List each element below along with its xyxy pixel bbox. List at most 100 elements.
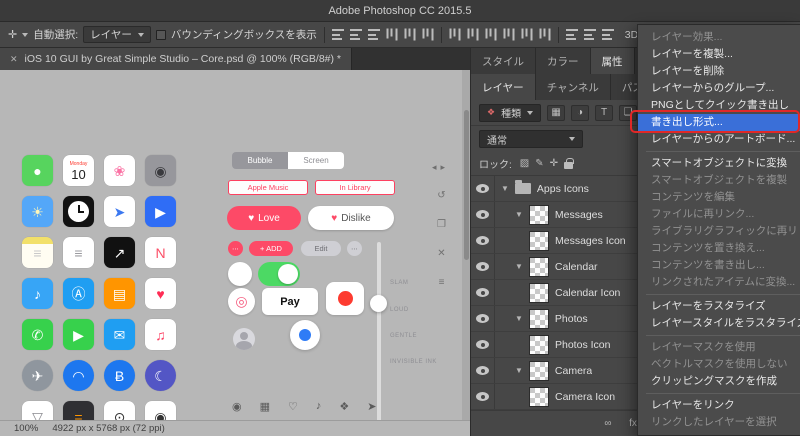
distribute-right-edges-icon[interactable] [539, 29, 550, 41]
segment-screen[interactable]: Screen [288, 152, 344, 169]
align-top-edges-icon[interactable] [332, 29, 344, 40]
distribute-vertical-centers-icon[interactable] [467, 29, 478, 41]
health-app-icon[interactable]: ♥ [145, 278, 176, 309]
distribute-vertical-space-icon[interactable] [566, 29, 578, 40]
do-not-disturb-icon[interactable]: ☾ [145, 360, 176, 391]
record-button[interactable] [326, 282, 364, 315]
panels-icon[interactable]: ❐ [437, 219, 446, 230]
auto-align-icon[interactable] [602, 29, 614, 40]
bubble-screen-segmented-control[interactable]: Bubble Screen [232, 152, 344, 169]
distribute-horizontal-space-icon[interactable] [584, 29, 596, 40]
mail-app-icon[interactable]: ✉ [104, 319, 135, 350]
photos-app-icon[interactable]: ❀ [104, 155, 135, 186]
menu-item-link-layers[interactable]: レイヤーをリンク [638, 397, 800, 414]
in-library-button[interactable]: In Library [315, 180, 395, 195]
disclosure-arrow-icon[interactable]: ▼ [501, 184, 509, 193]
lock-all-icon[interactable] [564, 162, 573, 169]
filter-adjustment-layers-icon[interactable]: ◑ [571, 105, 589, 121]
document-tab[interactable]: ✕ iOS 10 GUI by Great Simple Studio – Co… [0, 48, 352, 70]
apple-music-button[interactable]: Apple Music [228, 180, 308, 195]
zoom-level[interactable]: 100% [14, 423, 38, 434]
visibility-toggle[interactable] [471, 254, 495, 279]
auto-select-dropdown[interactable]: レイヤー [83, 26, 151, 43]
close-tab-icon[interactable]: ✕ [10, 54, 18, 65]
menu-item-artboard-from-layers[interactable]: レイヤーからのアートボード... [638, 131, 800, 148]
bounding-box-checkbox[interactable] [156, 30, 166, 40]
disclosure-arrow-icon[interactable]: ▼ [515, 262, 523, 271]
tab-channels[interactable]: チャンネル [536, 74, 611, 100]
camera-small-icon[interactable]: ◉ [232, 400, 242, 413]
stocks-app-icon[interactable]: ↗ [104, 237, 135, 268]
tab-layers[interactable]: レイヤー [471, 74, 536, 100]
notes-app-icon[interactable]: ≡ [22, 237, 53, 268]
filter-type-layers-icon[interactable]: T [595, 105, 613, 121]
visibility-toggle[interactable] [471, 280, 495, 305]
menu-item-group-from-layers[interactable]: レイヤーからのグループ... [638, 80, 800, 97]
effect-slider-track[interactable] [377, 242, 381, 420]
menu-lines-icon[interactable]: ≡ [439, 277, 445, 288]
weather-app-icon[interactable]: ☀ [22, 196, 53, 227]
love-button[interactable]: ♥ Love [227, 206, 301, 230]
visibility-toggle[interactable] [471, 202, 495, 227]
more-dots-button[interactable]: ⋯ [228, 241, 243, 256]
music-app-icon[interactable]: ♫ [145, 319, 176, 350]
effect-slider-knob[interactable] [370, 295, 387, 312]
app-store-app-icon[interactable]: Ⓐ [63, 278, 94, 309]
lock-transparency-icon[interactable]: ▨ [520, 158, 529, 169]
stopwatch-icon[interactable]: ⊙ [104, 401, 135, 420]
lock-position-icon[interactable]: ✛ [550, 158, 558, 169]
flashlight-icon[interactable]: ▽ [22, 401, 53, 420]
filter-kind-select[interactable]: ❖ 種類 [479, 104, 541, 122]
link-layers-icon[interactable]: ∞ [601, 418, 615, 429]
calculator-icon[interactable]: = [63, 401, 94, 420]
ibooks-app-icon[interactable]: ▤ [104, 278, 135, 309]
close-tool-icon[interactable]: ✕ [437, 248, 445, 259]
airplane-mode-icon[interactable]: ✈ [22, 360, 53, 391]
photos-small-icon[interactable]: ▦ [260, 400, 270, 413]
heart-small-icon[interactable]: ♡ [288, 400, 298, 413]
menu-item-delete-layer[interactable]: レイヤーを削除 [638, 63, 800, 80]
ios-toggle-switch[interactable] [258, 262, 300, 286]
disclosure-arrow-icon[interactable]: ▼ [515, 210, 523, 219]
news-app-icon[interactable]: N [145, 237, 176, 268]
add-button[interactable]: + ADD [249, 241, 293, 256]
menu-item-convert-to-smart-object[interactable]: スマートオブジェクトに変換 [638, 155, 800, 172]
visibility-toggle[interactable] [471, 384, 495, 409]
white-circle-control[interactable] [228, 262, 252, 286]
messages-app-icon[interactable]: ● [22, 155, 53, 186]
camera-alt-icon[interactable]: ◉ [145, 401, 176, 420]
apps-small-icon[interactable]: ❖ [339, 400, 349, 413]
music-small-icon[interactable]: ♪ [316, 400, 322, 413]
canvas-scrollbar-thumb[interactable] [464, 110, 469, 260]
tool-preset-caret-icon[interactable] [22, 33, 28, 37]
reminders-app-icon[interactable]: ≡ [63, 237, 94, 268]
blend-mode-select[interactable]: 通常 [479, 130, 583, 148]
maps-app-icon[interactable]: ➤ [104, 196, 135, 227]
facetime-app-icon[interactable]: ▶ [63, 319, 94, 350]
visibility-toggle[interactable] [471, 176, 495, 201]
segment-bubble[interactable]: Bubble [232, 152, 288, 169]
menu-item-rasterize-layer-style[interactable]: レイヤースタイルをラスタライズ [638, 315, 800, 332]
bluetooth-icon[interactable]: Ƀ [104, 360, 135, 391]
distribute-top-edges-icon[interactable] [449, 29, 460, 41]
apple-pay-button[interactable]: Pay [262, 288, 318, 315]
align-left-edges-icon[interactable] [386, 29, 397, 41]
distribute-horizontal-centers-icon[interactable] [521, 29, 532, 41]
clock-app-icon[interactable] [63, 196, 94, 227]
visibility-toggle[interactable] [471, 306, 495, 331]
align-right-edges-icon[interactable] [422, 29, 433, 41]
align-vertical-centers-icon[interactable] [350, 29, 362, 40]
tab-styles[interactable]: スタイル [471, 48, 536, 74]
menu-item-rasterize-layer[interactable]: レイヤーをラスタライズ [638, 298, 800, 315]
menu-item-duplicate-layer[interactable]: レイヤーを複製... [638, 46, 800, 63]
visibility-toggle[interactable] [471, 332, 495, 357]
move-tool-icon[interactable]: ✛ [8, 28, 17, 41]
itunes-store-app-icon[interactable]: ♪ [22, 278, 53, 309]
dislike-button[interactable]: ♥ Dislike [308, 206, 394, 230]
page-left-icon[interactable]: ◂ [432, 162, 437, 173]
phone-app-icon[interactable]: ✆ [22, 319, 53, 350]
history-icon[interactable]: ↺ [437, 190, 445, 201]
tab-properties[interactable]: 属性 [591, 48, 635, 74]
canvas-area[interactable]: ●Monday10❀◉☀➤▶≡≡↗N♪Ⓐ▤♥✆▶✉♫✈◠Ƀ☾▽=⊙◉ Bubbl… [0, 70, 470, 420]
disclosure-arrow-icon[interactable]: ▼ [515, 366, 523, 375]
